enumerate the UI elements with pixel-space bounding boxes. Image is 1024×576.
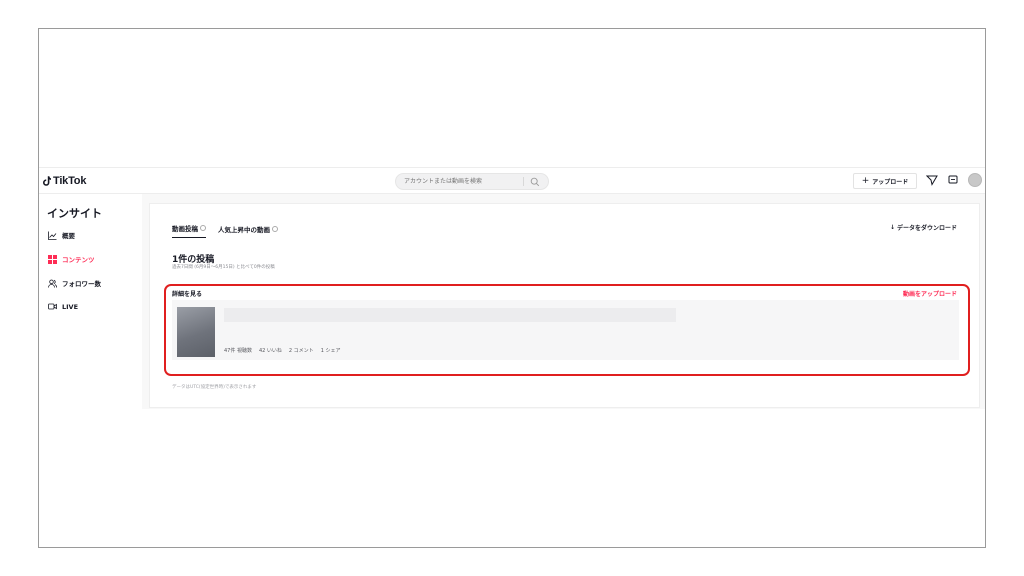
sidebar-item-live[interactable]: LIVE: [48, 302, 78, 311]
inbox-icon[interactable]: [947, 174, 959, 186]
red-highlight-box: [164, 284, 970, 376]
grid-icon: [48, 254, 57, 264]
followers-icon: [48, 279, 57, 288]
tab-trending-videos[interactable]: 人気上昇中の動画: [218, 223, 278, 238]
info-icon[interactable]: [200, 225, 206, 231]
sidebar-item-label: LIVE: [62, 302, 79, 311]
plus-icon: +: [861, 175, 870, 186]
live-icon: [48, 303, 57, 310]
tab-label: 動画投稿: [172, 225, 198, 233]
download-label: データをダウンロード: [896, 225, 957, 232]
info-icon[interactable]: [272, 225, 278, 232]
search-divider: [523, 177, 524, 186]
content-tabs: 動画投稿 人気上昇中の動画: [172, 223, 278, 238]
tiktok-note-icon: [43, 176, 51, 186]
sidebar-item-label: 概要: [62, 232, 75, 240]
timezone-note: データはUTC(協定世界時)で表示されます: [172, 385, 257, 390]
search-input[interactable]: [404, 176, 522, 187]
sidebar-title: インサイト: [47, 207, 102, 220]
search-icon[interactable]: [530, 177, 540, 187]
tiktok-logo[interactable]: TikTok: [43, 175, 86, 187]
chart-line-icon: [48, 231, 57, 240]
sidebar-item-content[interactable]: コンテンツ: [48, 254, 95, 264]
sidebar: インサイト 概要 コンテンツ フォロワー数 LIVE: [39, 194, 142, 409]
logo-text: TikTok: [53, 175, 87, 187]
tab-label: 人気上昇中の動画: [218, 225, 270, 234]
avatar[interactable]: [968, 173, 982, 187]
upload-button[interactable]: + アップロード: [853, 173, 917, 189]
sidebar-item-label: コンテンツ: [62, 256, 95, 264]
download-icon: ↓: [889, 224, 895, 231]
upload-button-label: アップロード: [872, 178, 909, 186]
sidebar-item-overview[interactable]: 概要: [48, 230, 75, 240]
tab-video-posts[interactable]: 動画投稿: [172, 223, 206, 238]
download-data-button[interactable]: ↓ データをダウンロード: [890, 223, 957, 232]
top-bar: TikTok + アップロード: [39, 167, 985, 194]
search-box[interactable]: [395, 173, 549, 190]
posts-comparison-text: 過去7日間 (6月9日〜6月15日) と比べて0件の投稿: [172, 265, 275, 270]
sidebar-item-followers[interactable]: フォロワー数: [48, 278, 101, 288]
send-icon[interactable]: [926, 174, 938, 186]
sidebar-item-label: フォロワー数: [62, 280, 101, 288]
